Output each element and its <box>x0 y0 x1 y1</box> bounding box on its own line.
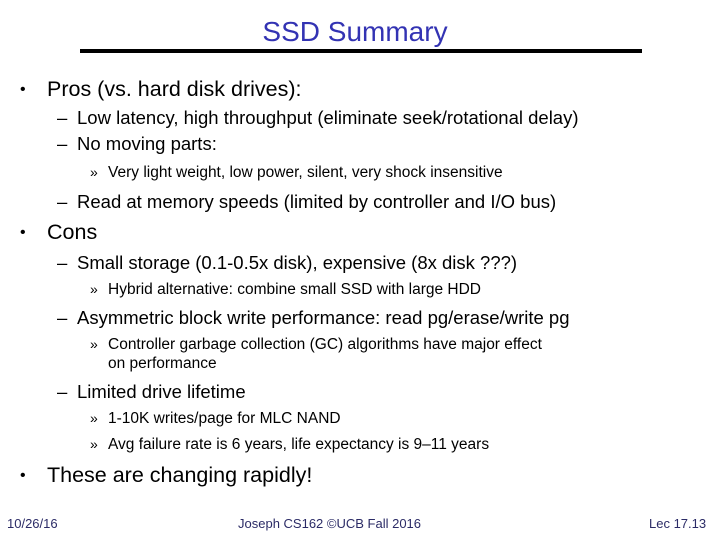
sub-bullet-text: Limited drive lifetime <box>77 381 246 402</box>
sub-sub-bullet: » 1-10K writes/page for MLC NAND <box>90 410 341 428</box>
dash-icon: – <box>57 107 68 128</box>
sub-sub-bullet-text: Avg failure rate is 6 years, life expect… <box>108 436 490 453</box>
bullet-dot-icon: • <box>20 467 26 484</box>
double-chevron-icon: » <box>90 436 98 452</box>
sub-bullet: – Limited drive lifetime <box>57 381 246 403</box>
sub-bullet-text: Small storage (0.1-0.5x disk), expensive… <box>77 252 518 273</box>
sub-bullet: – Low latency, high throughput (eliminat… <box>57 107 579 129</box>
sub-sub-bullet: » Controller garbage collection (GC) alg… <box>90 336 542 354</box>
sub-sub-bullet-text: Very light weight, low power, silent, ve… <box>108 164 503 181</box>
bullet-dot-icon: • <box>20 81 26 98</box>
sub-bullet: – Small storage (0.1-0.5x disk), expensi… <box>57 252 517 274</box>
sub-bullet: – No moving parts: <box>57 133 217 155</box>
sub-bullet-text: Read at memory speeds (limited by contro… <box>77 191 557 212</box>
footer-page-number: Lec 17.13 <box>649 516 707 531</box>
sub-sub-bullet-text: 1-10K writes/page for MLC NAND <box>108 410 341 427</box>
title-underline-divider <box>80 49 642 53</box>
double-chevron-icon: » <box>90 164 98 180</box>
dash-icon: – <box>57 252 68 273</box>
dash-icon: – <box>57 307 68 328</box>
slide-title: SSD Summary <box>262 16 448 47</box>
bullet-pros: • Pros (vs. hard disk drives): <box>20 77 301 102</box>
double-chevron-icon: » <box>90 410 98 426</box>
footer-date: 10/26/16 <box>7 516 58 531</box>
sub-sub-bullet-continuation: on performance <box>108 355 217 372</box>
sub-bullet-text: No moving parts: <box>77 133 217 154</box>
sub-sub-bullet-text: Controller garbage collection (GC) algor… <box>108 336 542 353</box>
bullet-cons: • Cons <box>20 220 97 245</box>
sub-bullet-text: Asymmetric block write performance: read… <box>77 307 570 328</box>
double-chevron-icon: » <box>90 281 98 297</box>
sub-bullet: – Asymmetric block write performance: re… <box>57 307 570 329</box>
double-chevron-icon: » <box>90 336 98 352</box>
sub-bullet: – Read at memory speeds (limited by cont… <box>57 191 556 213</box>
bullet-dot-icon: • <box>20 224 26 241</box>
footer-course: Joseph CS162 ©UCB Fall 2016 <box>238 516 422 531</box>
dash-icon: – <box>57 381 68 402</box>
dash-icon: – <box>57 191 68 212</box>
sub-sub-bullet: » Avg failure rate is 6 years, life expe… <box>90 436 489 454</box>
bullet-text: These are changing rapidly! <box>47 463 313 487</box>
sub-sub-bullet: » Very light weight, low power, silent, … <box>90 164 503 182</box>
sub-sub-bullet-text: Hybrid alternative: combine small SSD wi… <box>108 281 481 298</box>
bullet-text: Cons <box>47 220 98 244</box>
dash-icon: – <box>57 133 68 154</box>
bullet-text: Pros (vs. hard disk drives): <box>47 77 302 101</box>
bullet-changing: • These are changing rapidly! <box>20 463 312 488</box>
sub-sub-bullet: » Hybrid alternative: combine small SSD … <box>90 281 481 299</box>
sub-bullet-text: Low latency, high throughput (eliminate … <box>77 107 579 128</box>
